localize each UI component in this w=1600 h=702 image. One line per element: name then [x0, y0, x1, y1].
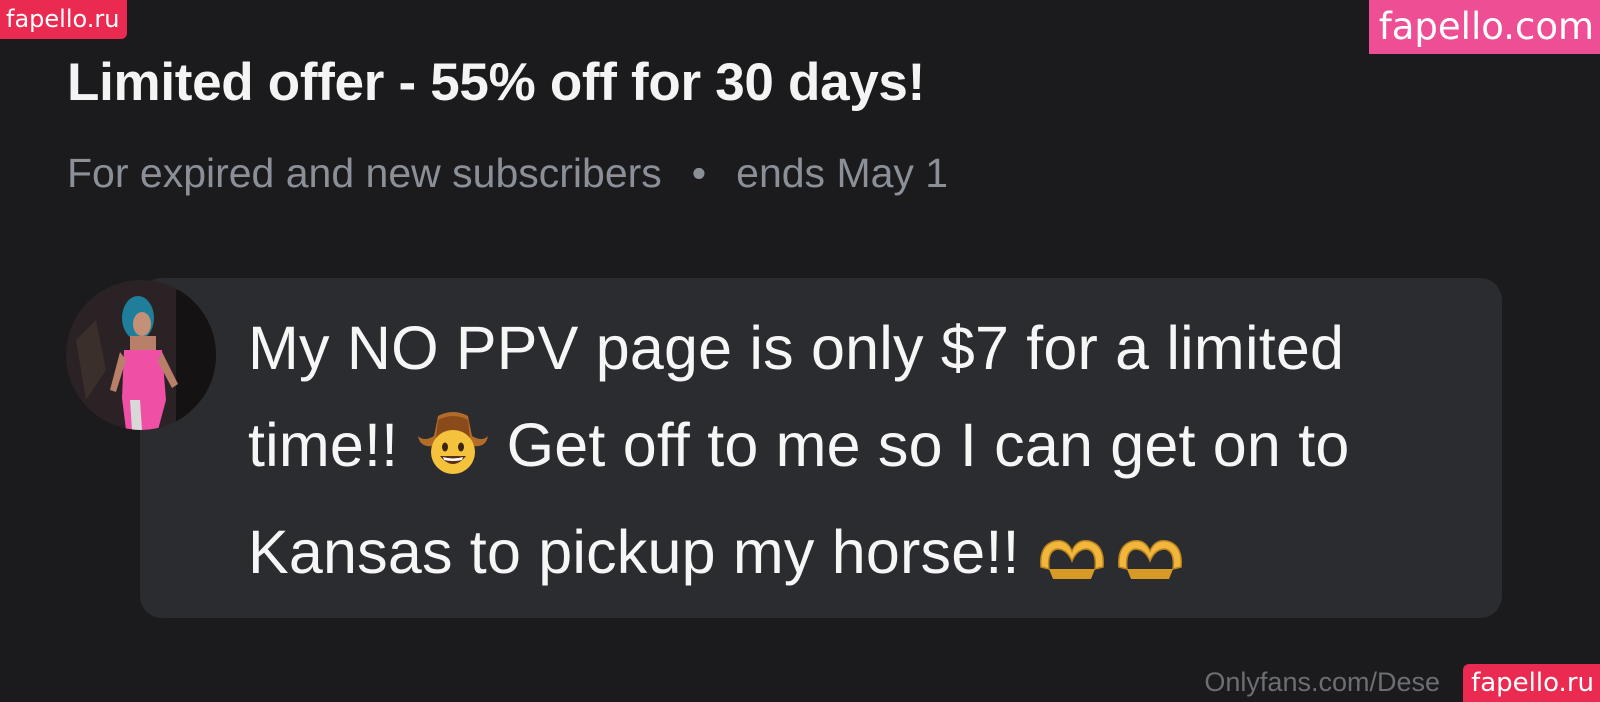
watermark-top-left: fapello.ru — [0, 0, 128, 39]
cowboy-face-emoji-icon — [416, 406, 490, 504]
watermark-top-right: fapello.com — [1368, 0, 1600, 54]
avatar-photo — [66, 280, 216, 430]
watermark-bottom-right: fapello.ru — [1463, 664, 1600, 702]
message-text: My NO PPV page is only $7 for a limited … — [248, 300, 1488, 611]
separator-dot: • — [691, 150, 707, 196]
offer-title: Limited offer - 55% off for 30 days! — [67, 53, 925, 112]
source-url: Onlyfans.com/Dese — [1204, 667, 1440, 697]
page: fapello.ru fapello.com Limited offer - 5… — [0, 0, 1600, 702]
message-line-2: time!! Get off to me so I can get on to — [248, 397, 1488, 504]
offer-end-date: ends May 1 — [736, 150, 949, 196]
message-line-2-start: time!! — [248, 411, 399, 479]
offer-audience: For expired and new subscribers — [67, 150, 662, 196]
message-line-3-text: Kansas to pickup my horse!! — [248, 518, 1020, 586]
message-line-2-end: Get off to me so I can get on to — [506, 411, 1350, 479]
message-line-1: My NO PPV page is only $7 for a limited — [248, 314, 1345, 382]
message-line-3: Kansas to pickup my horse!! — [248, 504, 1488, 611]
avatar[interactable] — [66, 280, 216, 430]
heart-hands-emoji-icon — [1037, 514, 1187, 611]
offer-subtitle: For expired and new subscribers • ends M… — [67, 150, 948, 197]
